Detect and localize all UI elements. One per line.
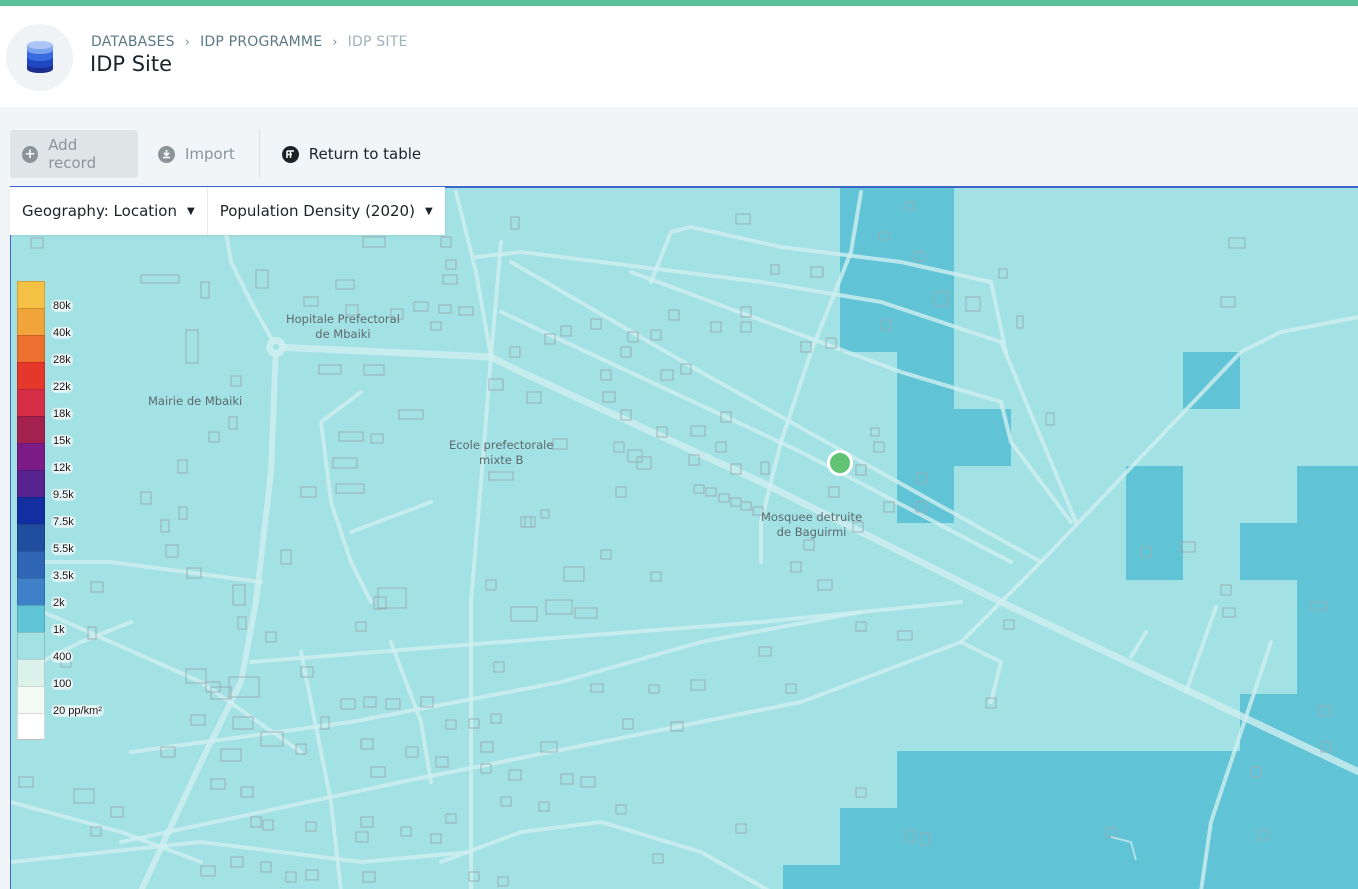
legend-swatch — [17, 551, 45, 578]
density-cell — [1126, 466, 1183, 580]
legend-label: 80k — [51, 300, 73, 312]
caret-down-icon: ▼ — [187, 205, 195, 217]
add-record-button[interactable]: + Add record — [10, 130, 138, 178]
legend-label: 12k — [51, 462, 73, 474]
legend-swatch — [17, 389, 45, 416]
legend-label: 15k — [51, 435, 73, 447]
legend-label: 100 — [51, 678, 74, 690]
map-filters: Geography: Location ▼ Population Density… — [10, 187, 445, 235]
map-view[interactable]: Hopitale Prefectoral de Mbaiki Mairie de… — [10, 186, 1358, 889]
geography-dropdown-label: Geography: Location — [22, 202, 177, 220]
legend-label: 9.5k — [51, 489, 76, 501]
toolbar: + Add record Import Return to table — [10, 130, 433, 178]
legend-swatch — [17, 524, 45, 551]
legend-label: 18k — [51, 408, 73, 420]
legend-swatch — [17, 605, 45, 632]
legend-swatch — [17, 470, 45, 497]
breadcrumb-databases[interactable]: DATABASES — [91, 34, 175, 50]
import-button[interactable]: Import — [146, 130, 247, 178]
legend-label: 22k — [51, 381, 73, 393]
legend-swatch — [17, 281, 45, 308]
breadcrumb-idp-site: IDP SITE — [347, 34, 408, 50]
return-to-table-label: Return to table — [308, 145, 422, 163]
plus-circle-icon: + — [22, 145, 39, 163]
legend-label: 5.5k — [51, 543, 76, 555]
basemap[interactable] — [11, 188, 1358, 889]
density-cell — [1240, 523, 1297, 580]
legend-swatch — [17, 632, 45, 659]
add-record-label: Add record — [48, 136, 97, 172]
table-icon — [281, 145, 299, 163]
caret-down-icon: ▼ — [424, 205, 433, 217]
place-label-hospital: Hopitale Prefectoral de Mbaiki — [286, 312, 400, 341]
page-header: DATABASES › IDP PROGRAMME › IDP SITE IDP… — [0, 6, 1358, 107]
place-label-mosquee: Mosquee detruite de Baguirmi — [761, 510, 863, 539]
legend-label: 7.5k — [51, 516, 76, 528]
chevron-right-icon: › — [332, 34, 338, 50]
toolbar-divider — [258, 130, 260, 178]
breadcrumb-idp-programme[interactable]: IDP PROGRAMME — [200, 34, 322, 50]
legend-swatch — [17, 416, 45, 443]
legend-label: 1k — [51, 624, 67, 636]
layer-dropdown-label: Population Density (2020) — [219, 202, 415, 220]
density-legend: 80k 40k 28k 22k 18k 15k 12k 9.5k 7.5k 5.5k 3.5k 2k 1… — [17, 281, 104, 740]
geography-dropdown[interactable]: Geography: Location ▼ — [10, 187, 207, 235]
legend-swatch — [17, 335, 45, 362]
place-label-ecole: Ecole prefectorale mixte B — [449, 438, 554, 467]
legend-swatch — [17, 443, 45, 470]
download-circle-icon — [158, 145, 175, 163]
legend-label: 28k — [51, 354, 73, 366]
legend-label: 400 — [51, 651, 74, 663]
legend-swatch — [17, 308, 45, 335]
legend-swatch — [17, 686, 45, 713]
legend-swatch — [17, 497, 45, 524]
legend-label: 2k — [51, 597, 67, 609]
return-to-table-button[interactable]: Return to table — [270, 130, 433, 178]
place-label-mairie: Mairie de Mbaiki — [148, 394, 243, 408]
density-cell — [783, 865, 1240, 889]
database-icon — [27, 41, 53, 73]
legend-label: 20 pp/km² — [51, 705, 104, 717]
page-title: IDP Site — [90, 52, 173, 76]
legend-swatch — [17, 362, 45, 389]
legend-label: 40k — [51, 327, 73, 339]
legend-swatch — [17, 713, 45, 740]
density-cell — [1297, 466, 1358, 694]
legend-label: 3.5k — [51, 570, 76, 582]
idp-site-marker[interactable] — [827, 450, 853, 476]
legend-swatch — [17, 578, 45, 605]
chevron-right-icon: › — [184, 34, 191, 50]
database-avatar — [6, 24, 73, 91]
breadcrumb: DATABASES › IDP PROGRAMME › IDP SITE — [91, 34, 408, 50]
layer-dropdown[interactable]: Population Density (2020) ▼ — [206, 187, 445, 235]
legend-swatch — [17, 659, 45, 686]
import-label: Import — [185, 145, 235, 163]
density-cell — [954, 409, 1011, 466]
legend-swatches — [17, 281, 45, 740]
